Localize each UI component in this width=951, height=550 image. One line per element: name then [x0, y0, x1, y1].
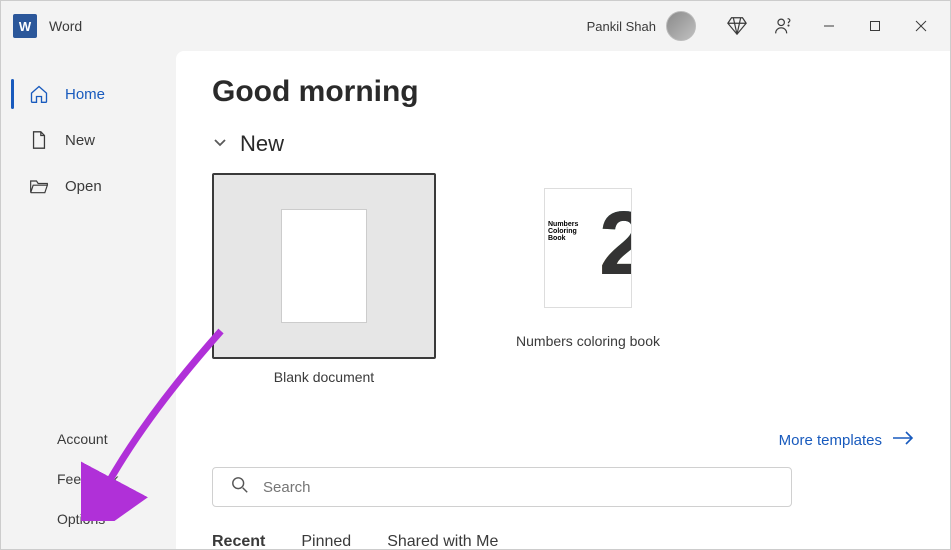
new-doc-icon — [29, 130, 49, 150]
sidebar-item-home[interactable]: Home — [1, 71, 176, 117]
sidebar-item-label: Account — [57, 431, 108, 447]
sidebar-item-feedback[interactable]: Feedback — [1, 459, 176, 499]
template-thumbnail — [212, 173, 436, 359]
blank-page-icon — [281, 209, 367, 323]
open-folder-icon — [29, 176, 49, 196]
template-thumbnail: NumbersColoringBook 2 — [476, 173, 700, 323]
coloring-book-icon: NumbersColoringBook 2 — [544, 188, 632, 308]
sidebar-item-options[interactable]: Options — [1, 499, 176, 539]
chevron-down-icon — [212, 134, 228, 155]
section-title-label: New — [240, 131, 284, 157]
more-templates-label: More templates — [779, 432, 882, 449]
new-section-header[interactable]: New — [212, 131, 914, 157]
diamond-icon[interactable] — [714, 3, 760, 49]
template-label: Numbers coloring book — [516, 333, 660, 349]
sidebar-item-label: New — [65, 132, 95, 149]
sidebar-item-open[interactable]: Open — [1, 163, 176, 209]
template-blank-document[interactable]: Blank document — [212, 173, 436, 395]
search-box[interactable] — [212, 467, 792, 507]
tab-pinned[interactable]: Pinned — [301, 533, 351, 549]
more-templates-link[interactable]: More templates — [779, 431, 914, 449]
template-label: Blank document — [274, 369, 374, 385]
sidebar: Home New Open Account Feedback Options — [1, 51, 176, 549]
greeting-title: Good morning — [212, 75, 914, 109]
app-name-label: Word — [49, 18, 82, 34]
arrow-right-icon — [892, 431, 914, 449]
sidebar-item-label: Open — [65, 178, 102, 195]
main-panel: Good morning New Blank document NumbersC… — [176, 51, 950, 549]
sidebar-item-account[interactable]: Account — [1, 419, 176, 459]
search-input[interactable] — [263, 479, 773, 496]
tab-shared-with-me[interactable]: Shared with Me — [387, 533, 498, 549]
template-numbers-coloring-book[interactable]: NumbersColoringBook 2 Numbers coloring b… — [476, 173, 700, 395]
tab-recent[interactable]: Recent — [212, 533, 265, 549]
sidebar-item-label: Home — [65, 86, 105, 103]
maximize-button[interactable] — [852, 3, 898, 49]
home-icon — [29, 84, 49, 104]
user-name-label: Pankil Shah — [587, 19, 656, 34]
person-help-icon[interactable] — [760, 3, 806, 49]
titlebar: W Word Pankil Shah — [1, 1, 950, 51]
user-avatar[interactable] — [666, 11, 696, 41]
word-app-icon: W — [13, 14, 37, 38]
close-button[interactable] — [898, 3, 944, 49]
search-icon — [231, 476, 249, 499]
tabs-row: Recent Pinned Shared with Me — [212, 533, 914, 549]
sidebar-item-label: Feedback — [57, 471, 118, 487]
minimize-button[interactable] — [806, 3, 852, 49]
sidebar-item-new[interactable]: New — [1, 117, 176, 163]
sidebar-item-label: Options — [57, 511, 105, 527]
